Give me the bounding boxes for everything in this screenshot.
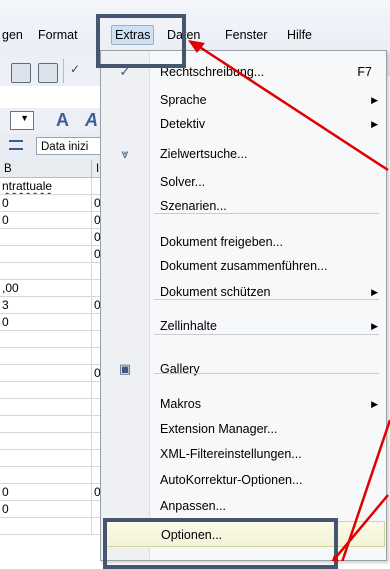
menu-item-extension-manager[interactable]: Extension Manager... bbox=[101, 416, 386, 442]
submenu-arrow-icon: ▶ bbox=[371, 287, 378, 297]
submenu-arrow-icon: ▶ bbox=[371, 95, 378, 105]
menu-item-xml-filtereinstellungen[interactable]: XML-Filtereinstellungen... bbox=[101, 441, 386, 467]
save-icon[interactable] bbox=[11, 63, 31, 83]
gallery-icon: ▣ bbox=[118, 361, 132, 376]
table-cell[interactable] bbox=[0, 229, 92, 246]
spreadsheet-grid: B In ntrattuale000000,003000000 bbox=[0, 160, 115, 561]
menu-ansicht-partial[interactable]: gen bbox=[0, 27, 25, 43]
menu-item-autokorrektur-optionen[interactable]: AutoKorrektur-Optionen... bbox=[101, 467, 386, 493]
table-cell[interactable]: 0 bbox=[0, 212, 92, 229]
table-cell[interactable] bbox=[0, 399, 92, 416]
table-cell[interactable] bbox=[0, 450, 92, 467]
menu-separator bbox=[154, 213, 379, 214]
menu-item-zielwertsuche[interactable]: ⩔ Zielwertsuche... bbox=[101, 141, 386, 167]
menu-item-label: Optionen... bbox=[161, 528, 223, 542]
table-cell[interactable] bbox=[0, 518, 92, 535]
table-cell[interactable] bbox=[0, 467, 92, 484]
menu-format[interactable]: Format bbox=[36, 27, 80, 43]
menu-hilfe[interactable]: Hilfe bbox=[285, 27, 314, 43]
table-cell[interactable] bbox=[0, 263, 92, 280]
menu-item-label: Sprache bbox=[160, 93, 207, 107]
menu-item-label: Szenarien... bbox=[160, 199, 227, 213]
menu-item-label: AutoKorrektur-Optionen... bbox=[160, 473, 303, 487]
chevron-down-icon: ▼ bbox=[20, 113, 29, 123]
menu-item-label: Extension Manager... bbox=[160, 422, 278, 436]
formula-bar: Data inizi bbox=[0, 134, 116, 161]
menu-item-sprache[interactable]: Sprache ▶ bbox=[101, 87, 386, 113]
menu-item-label: Gallery bbox=[160, 362, 200, 376]
menu-item-makros[interactable]: Makros ▶ bbox=[101, 391, 386, 417]
extras-dropdown-menu: ✓ Rechtschreibung... F7 Sprache ▶ Detektiv ▶ ⩔ Z… bbox=[100, 50, 387, 561]
menu-item-label: Zielwertsuche... bbox=[160, 147, 248, 161]
toolbar-separator bbox=[63, 59, 64, 83]
table-cell[interactable] bbox=[0, 348, 92, 365]
menu-item-dokument-freigeben[interactable]: Dokument freigeben... bbox=[101, 229, 386, 255]
menu-item-zellinhalte[interactable]: Zellinhalte ▶ bbox=[101, 313, 386, 339]
spellcheck-toolbar-icon[interactable]: ✓ bbox=[70, 62, 90, 82]
menu-separator bbox=[154, 334, 379, 335]
menu-item-label: Makros bbox=[160, 397, 201, 411]
text-style-icon[interactable]: A bbox=[85, 110, 98, 131]
goal-seek-icon: ⩔ bbox=[121, 146, 129, 161]
table-cell[interactable] bbox=[0, 433, 92, 450]
menu-item-label: Dokument freigeben... bbox=[160, 235, 283, 249]
table-cell[interactable]: 0 bbox=[0, 195, 92, 212]
table-cell[interactable] bbox=[0, 331, 92, 348]
column-header-b[interactable]: B bbox=[0, 160, 92, 178]
submenu-arrow-icon: ▶ bbox=[371, 119, 378, 129]
menu-separator bbox=[154, 299, 379, 300]
menu-item-dokument-schuetzen[interactable]: Dokument schützen ▶ bbox=[101, 279, 386, 305]
menu-item-dokument-zusammenfuehren[interactable]: Dokument zusammenführen... bbox=[101, 253, 386, 279]
table-cell[interactable] bbox=[0, 382, 92, 399]
standard-toolbar: ✓ bbox=[0, 56, 115, 86]
style-dropdown[interactable]: ▼ bbox=[10, 111, 34, 130]
menu-item-label: Anpassen... bbox=[160, 499, 227, 513]
menu-fenster[interactable]: Fenster bbox=[223, 27, 269, 43]
equals-icon[interactable] bbox=[9, 140, 23, 150]
menu-separator bbox=[154, 373, 379, 374]
menu-item-szenarien[interactable]: Szenarien... bbox=[101, 193, 386, 219]
fontwork-icon[interactable]: A bbox=[56, 110, 69, 131]
menu-item-solver[interactable]: Solver... bbox=[101, 169, 386, 195]
shortcut-label: F7 bbox=[357, 65, 372, 79]
menu-item-label: Rechtschreibung... bbox=[160, 65, 265, 79]
table-cell[interactable]: ntrattuale bbox=[0, 178, 92, 195]
menu-item-label: Dokument schützen bbox=[160, 285, 271, 299]
menu-item-label: Solver... bbox=[160, 175, 206, 189]
table-cell[interactable]: 0 bbox=[0, 484, 92, 501]
menu-extras[interactable]: Extras bbox=[111, 25, 155, 45]
menu-item-label: XML-Filtereinstellungen... bbox=[160, 447, 302, 461]
table-cell[interactable]: 3 bbox=[0, 297, 92, 314]
menu-item-anpassen[interactable]: Anpassen... bbox=[101, 493, 386, 519]
table-cell[interactable]: 0 bbox=[0, 314, 92, 331]
table-cell[interactable] bbox=[0, 246, 92, 263]
submenu-arrow-icon: ▶ bbox=[371, 399, 378, 409]
menu-item-rechtschreibung[interactable]: ✓ Rechtschreibung... F7 bbox=[101, 59, 386, 85]
format-toolbar: ▼ A A bbox=[0, 108, 115, 134]
table-cell[interactable]: ,00 bbox=[0, 280, 92, 297]
menu-item-label: Zellinhalte bbox=[160, 319, 217, 333]
table-cell[interactable] bbox=[0, 365, 92, 382]
menu-item-detektiv[interactable]: Detektiv ▶ bbox=[101, 111, 386, 137]
menu-item-optionen[interactable]: Optionen... bbox=[104, 521, 385, 547]
table-cell[interactable]: 0 bbox=[0, 501, 92, 518]
menu-daten[interactable]: Daten bbox=[165, 27, 202, 43]
spellcheck-icon: ✓ bbox=[119, 64, 131, 79]
menu-item-gallery[interactable]: ▣ Gallery bbox=[101, 356, 386, 382]
menu-item-label: Detektiv bbox=[160, 117, 206, 131]
table-cell[interactable] bbox=[0, 416, 92, 433]
submenu-arrow-icon: ▶ bbox=[371, 321, 378, 331]
menu-item-label: Dokument zusammenführen... bbox=[160, 259, 328, 273]
export-icon[interactable] bbox=[38, 63, 58, 83]
